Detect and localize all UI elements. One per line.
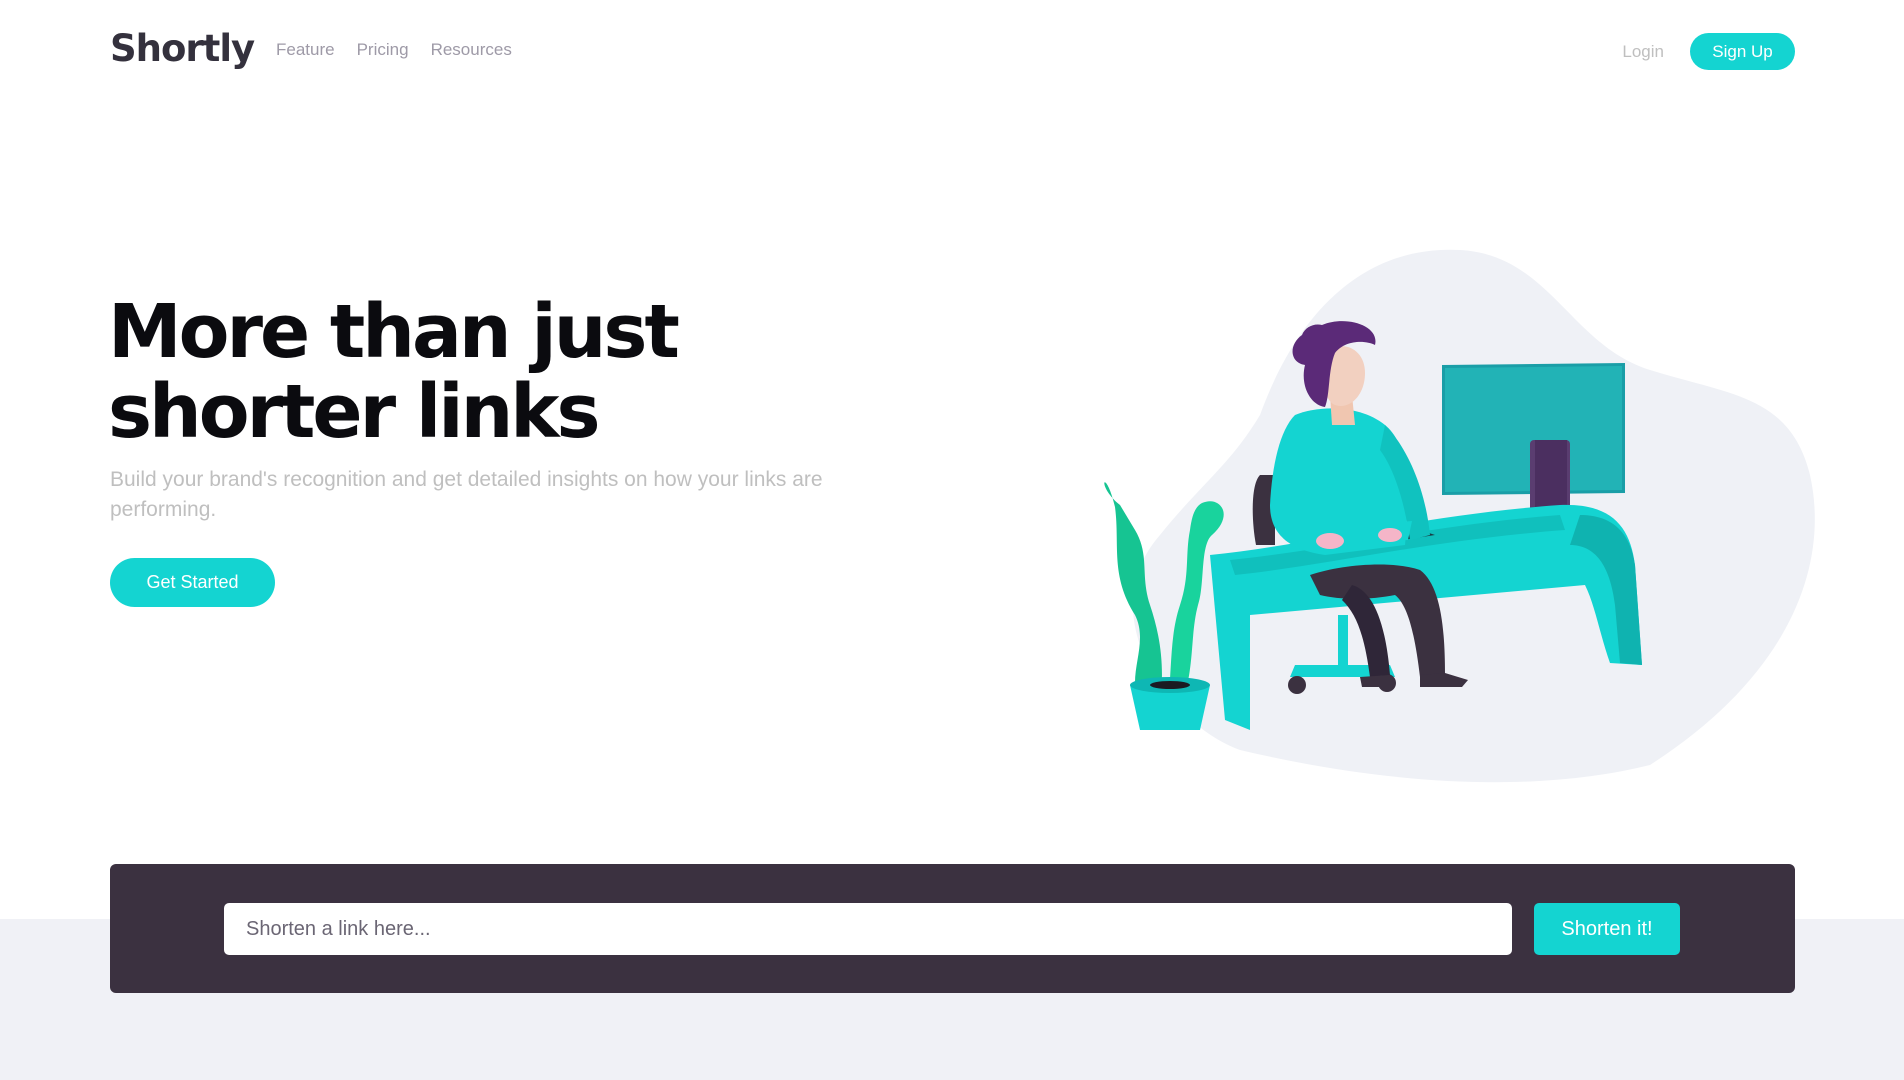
person-at-desk-icon [1104,249,1815,783]
shorten-it-button[interactable]: Shorten it! [1534,903,1680,955]
nav-link-feature[interactable]: Feature [276,38,335,62]
nav-link-pricing[interactable]: Pricing [357,38,409,62]
hero-illustration [1090,245,1904,785]
sign-up-button[interactable]: Sign Up [1690,33,1795,70]
get-started-button[interactable]: Get Started [110,558,275,607]
hero-subtitle: Build your brand's recognition and get d… [110,468,823,521]
auth-links: Login Sign Up [1622,33,1795,70]
nav-link-resources[interactable]: Resources [431,38,512,62]
shorten-link-input[interactable] [224,903,1512,955]
logo[interactable]: Shortly [110,26,255,72]
hero-title: More than just shorter links [108,289,680,455]
login-link[interactable]: Login [1622,42,1664,62]
shorten-link-panel: Shorten it! [110,864,1795,993]
nav-links: Feature Pricing Resources [276,38,512,62]
top-navigation: Shortly Feature Pricing Resources Login … [110,26,1795,76]
